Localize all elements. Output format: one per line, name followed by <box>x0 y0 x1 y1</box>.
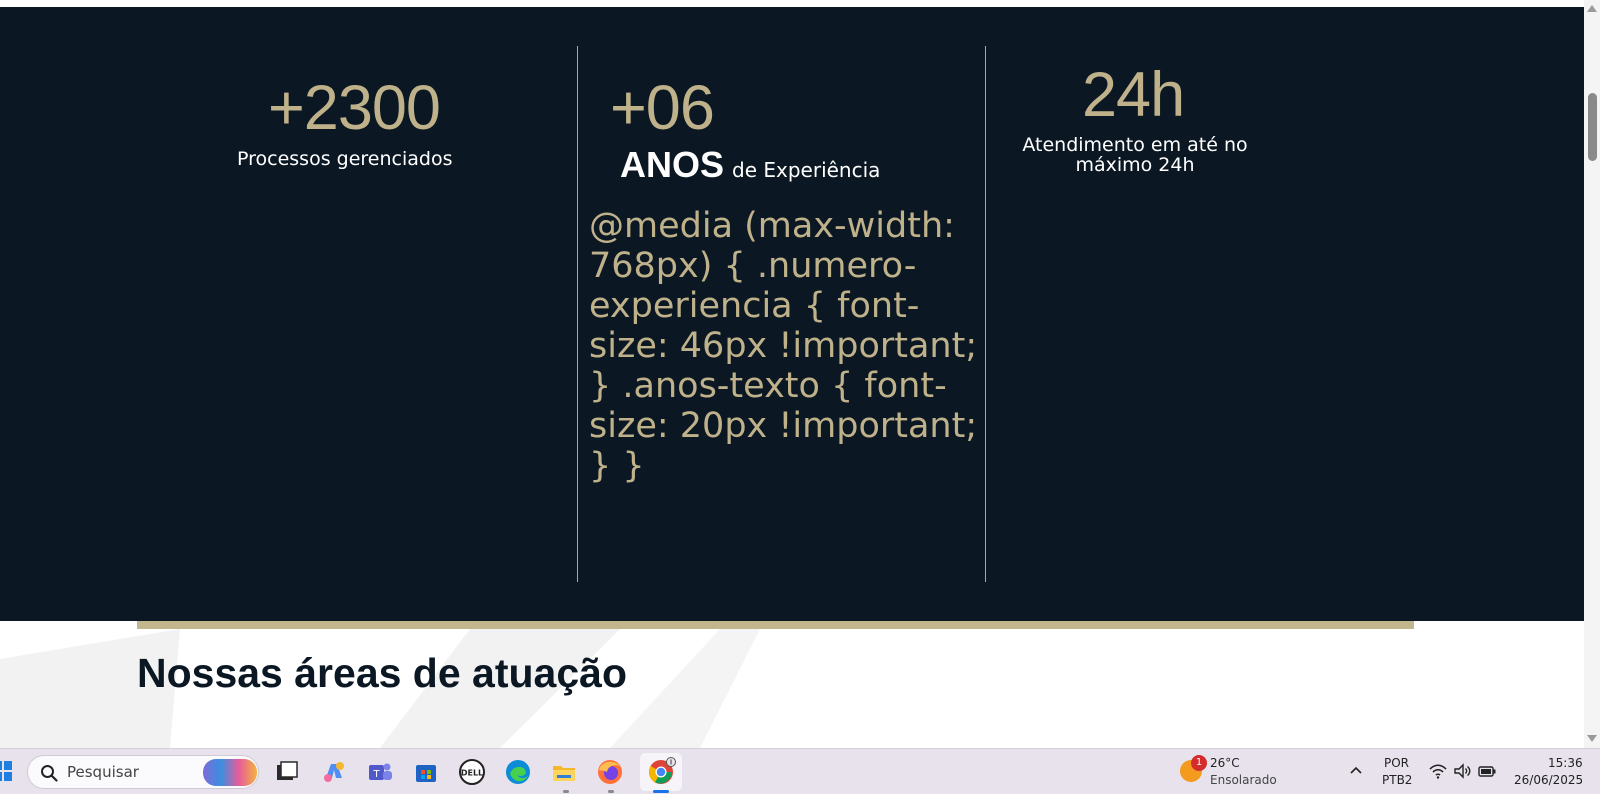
windows-taskbar: Pesquisar T DELL 1 26°C Ensolarado POR P… <box>0 748 1600 794</box>
svg-text:T: T <box>372 769 380 780</box>
section-gold-bar <box>137 621 1414 629</box>
search-icon <box>41 765 58 782</box>
windows-start-icon[interactable] <box>0 761 12 781</box>
task-view-icon[interactable] <box>271 756 303 788</box>
stat-experiencia-label-row: ANOS de Experiência <box>620 144 880 186</box>
taskbar-search-box[interactable]: Pesquisar <box>27 755 259 789</box>
page-scrollbar[interactable] <box>1584 0 1600 748</box>
stat-atendimento-number: 24h <box>1082 60 1185 130</box>
browser-viewport: +2300 Processos gerenciados +06 ANOS de E… <box>0 0 1584 748</box>
stat-experiencia-label: de Experiência <box>732 158 881 182</box>
stat-divider-left <box>577 46 578 582</box>
stat-processos-number: +2300 <box>268 73 441 143</box>
stat-atendimento-label-line1: Atendimento em até no <box>1022 134 1248 156</box>
input-language[interactable]: POR <box>1384 756 1409 770</box>
copilot-icon[interactable] <box>318 756 350 788</box>
keyboard-layout[interactable]: PTB2 <box>1382 773 1412 787</box>
stat-atendimento-label: Atendimento em até no máximo 24h <box>1010 134 1260 176</box>
stat-divider-right <box>985 46 986 582</box>
svg-text:DELL: DELL <box>461 769 483 778</box>
file-explorer-icon[interactable] <box>548 756 580 788</box>
chrome-icon[interactable] <box>645 756 677 788</box>
search-placeholder: Pesquisar <box>67 763 139 781</box>
stat-experiencia-number: +06 <box>610 73 715 143</box>
weather-description[interactable]: Ensolarado <box>1210 773 1277 787</box>
store-icon[interactable] <box>410 756 442 788</box>
section-title: Nossas áreas de atuação <box>137 650 627 696</box>
stat-atendimento-label-line2: máximo 24h <box>1075 153 1195 176</box>
weather-notification-badge: 1 <box>1191 755 1207 771</box>
dell-icon[interactable]: DELL <box>456 756 488 788</box>
wifi-icon[interactable] <box>1428 761 1448 781</box>
show-hidden-icons-chevron-icon[interactable] <box>1349 763 1363 777</box>
volume-icon[interactable] <box>1452 761 1472 781</box>
search-highlight-art-icon[interactable] <box>203 759 257 786</box>
stat-processos-label: Processos gerenciados <box>237 148 453 170</box>
clock-date[interactable]: 26/06/2025 <box>1514 773 1583 787</box>
firefox-icon[interactable] <box>594 756 626 788</box>
leaked-css-text: @media (max-width: 768px) { .numero-expe… <box>589 206 978 486</box>
anos-text: ANOS <box>620 144 725 185</box>
weather-temperature[interactable]: 26°C <box>1210 756 1240 770</box>
teams-icon[interactable]: T <box>364 756 396 788</box>
edge-icon[interactable] <box>502 756 534 788</box>
stats-band: +2300 Processos gerenciados +06 ANOS de E… <box>0 7 1584 621</box>
chrome-active-indicator <box>653 790 669 793</box>
clock-time[interactable]: 15:36 <box>1548 756 1583 770</box>
scrollbar-thumb[interactable] <box>1588 93 1597 161</box>
scroll-down-arrow-icon[interactable] <box>1587 733 1597 743</box>
firefox-running-indicator <box>608 790 614 793</box>
scroll-up-arrow-icon[interactable] <box>1587 4 1597 14</box>
file-explorer-running-indicator <box>563 790 569 793</box>
battery-icon[interactable] <box>1477 761 1497 781</box>
page-top-strip <box>0 0 1584 7</box>
